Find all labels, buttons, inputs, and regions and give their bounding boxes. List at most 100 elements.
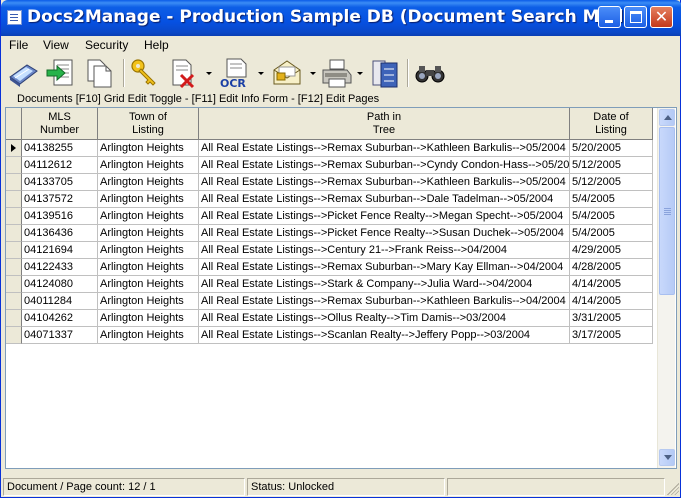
- table-row[interactable]: 04139516 Arlington Heights All Real Estate…: [6, 208, 658, 225]
- table-row[interactable]: 04138255 Arlington Heights All Real Estate…: [6, 140, 658, 157]
- table-row[interactable]: 04137572 Arlington Heights All Real Estate…: [6, 191, 658, 208]
- scroll-up-button[interactable]: [659, 109, 675, 126]
- cell-town[interactable]: Arlington Heights: [98, 310, 199, 327]
- column-header-path[interactable]: Path in Tree: [199, 108, 570, 140]
- cell-date[interactable]: 5/4/2005: [570, 208, 653, 225]
- cell-town[interactable]: Arlington Heights: [98, 157, 199, 174]
- cell-path[interactable]: All Real Estate Listings-->Remax Suburba…: [199, 259, 570, 276]
- cell-date[interactable]: 4/14/2005: [570, 293, 653, 310]
- close-button[interactable]: ✕: [650, 6, 673, 28]
- cell-path[interactable]: All Real Estate Listings-->Century 21-->…: [199, 242, 570, 259]
- ocr-dropdown-arrow[interactable]: [258, 72, 264, 76]
- cell-mls-number[interactable]: 04137572: [22, 191, 98, 208]
- keys-icon[interactable]: [129, 57, 161, 89]
- documents-grid[interactable]: MLS Number Town of Listing Path in Tree …: [5, 107, 677, 469]
- cell-town[interactable]: Arlington Heights: [98, 225, 199, 242]
- app-icon[interactable]: [7, 10, 22, 25]
- cell-town[interactable]: Arlington Heights: [98, 140, 199, 157]
- cell-date[interactable]: 3/17/2005: [570, 327, 653, 344]
- cell-path[interactable]: All Real Estate Listings-->Remax Suburba…: [199, 191, 570, 208]
- row-selector[interactable]: [6, 174, 22, 191]
- menu-view[interactable]: View: [43, 38, 69, 52]
- cell-date[interactable]: 5/4/2005: [570, 225, 653, 242]
- table-row[interactable]: 04104262 Arlington Heights All Real Estate…: [6, 310, 658, 327]
- row-selector[interactable]: [6, 242, 22, 259]
- grid-corner-cell[interactable]: [6, 108, 22, 140]
- cell-town[interactable]: Arlington Heights: [98, 208, 199, 225]
- row-selector[interactable]: [6, 208, 22, 225]
- cell-mls-number[interactable]: 04138255: [22, 140, 98, 157]
- cell-path[interactable]: All Real Estate Listings-->Remax Suburba…: [199, 174, 570, 191]
- cell-date[interactable]: 5/20/2005: [570, 140, 653, 157]
- row-selector[interactable]: [6, 310, 22, 327]
- cell-town[interactable]: Arlington Heights: [98, 174, 199, 191]
- cell-path[interactable]: All Real Estate Listings-->Remax Suburba…: [199, 293, 570, 310]
- minimize-button[interactable]: [598, 6, 621, 28]
- scroll-thumb[interactable]: [659, 127, 675, 295]
- cell-town[interactable]: Arlington Heights: [98, 327, 199, 344]
- delete-document-icon[interactable]: [167, 57, 199, 89]
- row-selector[interactable]: [6, 276, 22, 293]
- delete-dropdown-arrow[interactable]: [206, 72, 212, 76]
- cell-path[interactable]: All Real Estate Listings-->Ollus Realty-…: [199, 310, 570, 327]
- cell-mls-number[interactable]: 04133705: [22, 174, 98, 191]
- import-icon[interactable]: [45, 57, 77, 89]
- cell-mls-number[interactable]: 04104262: [22, 310, 98, 327]
- column-header-date[interactable]: Date of Listing: [570, 108, 653, 140]
- cell-mls-number[interactable]: 04122433: [22, 259, 98, 276]
- cell-date[interactable]: 4/28/2005: [570, 259, 653, 276]
- table-row[interactable]: 04112612 Arlington Heights All Real Estate…: [6, 157, 658, 174]
- scroll-down-button[interactable]: [659, 449, 675, 466]
- cell-date[interactable]: 3/31/2005: [570, 310, 653, 327]
- printer-icon[interactable]: [321, 57, 353, 89]
- cell-mls-number[interactable]: 04112612: [22, 157, 98, 174]
- cell-town[interactable]: Arlington Heights: [98, 242, 199, 259]
- row-selector[interactable]: [6, 225, 22, 242]
- table-row[interactable]: 04122433 Arlington Heights All Real Estate…: [6, 259, 658, 276]
- column-header-town[interactable]: Town of Listing: [98, 108, 199, 140]
- table-row[interactable]: 04121694 Arlington Heights All Real Estate…: [6, 242, 658, 259]
- menu-help[interactable]: Help: [144, 38, 169, 52]
- cell-mls-number[interactable]: 04136436: [22, 225, 98, 242]
- ocr-icon[interactable]: OCR: [219, 57, 251, 89]
- row-selector[interactable]: [6, 259, 22, 276]
- cell-town[interactable]: Arlington Heights: [98, 259, 199, 276]
- file-cabinet-icon[interactable]: [369, 57, 401, 89]
- pages-icon[interactable]: [83, 57, 115, 89]
- cell-town[interactable]: Arlington Heights: [98, 276, 199, 293]
- title-bar[interactable]: Docs2Manage - Production Sample DB (Docu…: [1, 0, 681, 36]
- cell-path[interactable]: All Real Estate Listings-->Picket Fence …: [199, 208, 570, 225]
- cell-mls-number[interactable]: 04139516: [22, 208, 98, 225]
- cell-date[interactable]: 4/29/2005: [570, 242, 653, 259]
- resize-grip[interactable]: [667, 483, 679, 495]
- menu-security[interactable]: Security: [85, 38, 128, 52]
- cell-path[interactable]: All Real Estate Listings-->Scanlan Realt…: [199, 327, 570, 344]
- row-selector[interactable]: [6, 327, 22, 344]
- cell-date[interactable]: 4/14/2005: [570, 276, 653, 293]
- maximize-button[interactable]: [624, 6, 647, 28]
- cell-town[interactable]: Arlington Heights: [98, 191, 199, 208]
- table-row[interactable]: 04011284 Arlington Heights All Real Estate…: [6, 293, 658, 310]
- cell-path[interactable]: All Real Estate Listings-->Stark & Compa…: [199, 276, 570, 293]
- binoculars-icon[interactable]: [414, 57, 446, 89]
- cell-path[interactable]: All Real Estate Listings-->Remax Suburba…: [199, 140, 570, 157]
- cell-date[interactable]: 5/12/2005: [570, 174, 653, 191]
- cell-path[interactable]: All Real Estate Listings-->Picket Fence …: [199, 225, 570, 242]
- cell-date[interactable]: 5/4/2005: [570, 191, 653, 208]
- cell-town[interactable]: Arlington Heights: [98, 293, 199, 310]
- cell-path[interactable]: All Real Estate Listings-->Remax Suburba…: [199, 157, 570, 174]
- row-selector[interactable]: [6, 191, 22, 208]
- cell-mls-number[interactable]: 04071337: [22, 327, 98, 344]
- cell-mls-number[interactable]: 04124080: [22, 276, 98, 293]
- cell-date[interactable]: 5/12/2005: [570, 157, 653, 174]
- column-header-mls-number[interactable]: MLS Number: [22, 108, 98, 140]
- table-row[interactable]: 04136436 Arlington Heights All Real Estate…: [6, 225, 658, 242]
- row-selector[interactable]: [6, 140, 22, 157]
- table-row[interactable]: 04071337 Arlington Heights All Real Estate…: [6, 327, 658, 344]
- menu-file[interactable]: File: [9, 38, 28, 52]
- row-selector[interactable]: [6, 293, 22, 310]
- table-row[interactable]: 04133705 Arlington Heights All Real Estate…: [6, 174, 658, 191]
- cell-mls-number[interactable]: 04121694: [22, 242, 98, 259]
- email-icon[interactable]: [271, 57, 303, 89]
- row-selector[interactable]: [6, 157, 22, 174]
